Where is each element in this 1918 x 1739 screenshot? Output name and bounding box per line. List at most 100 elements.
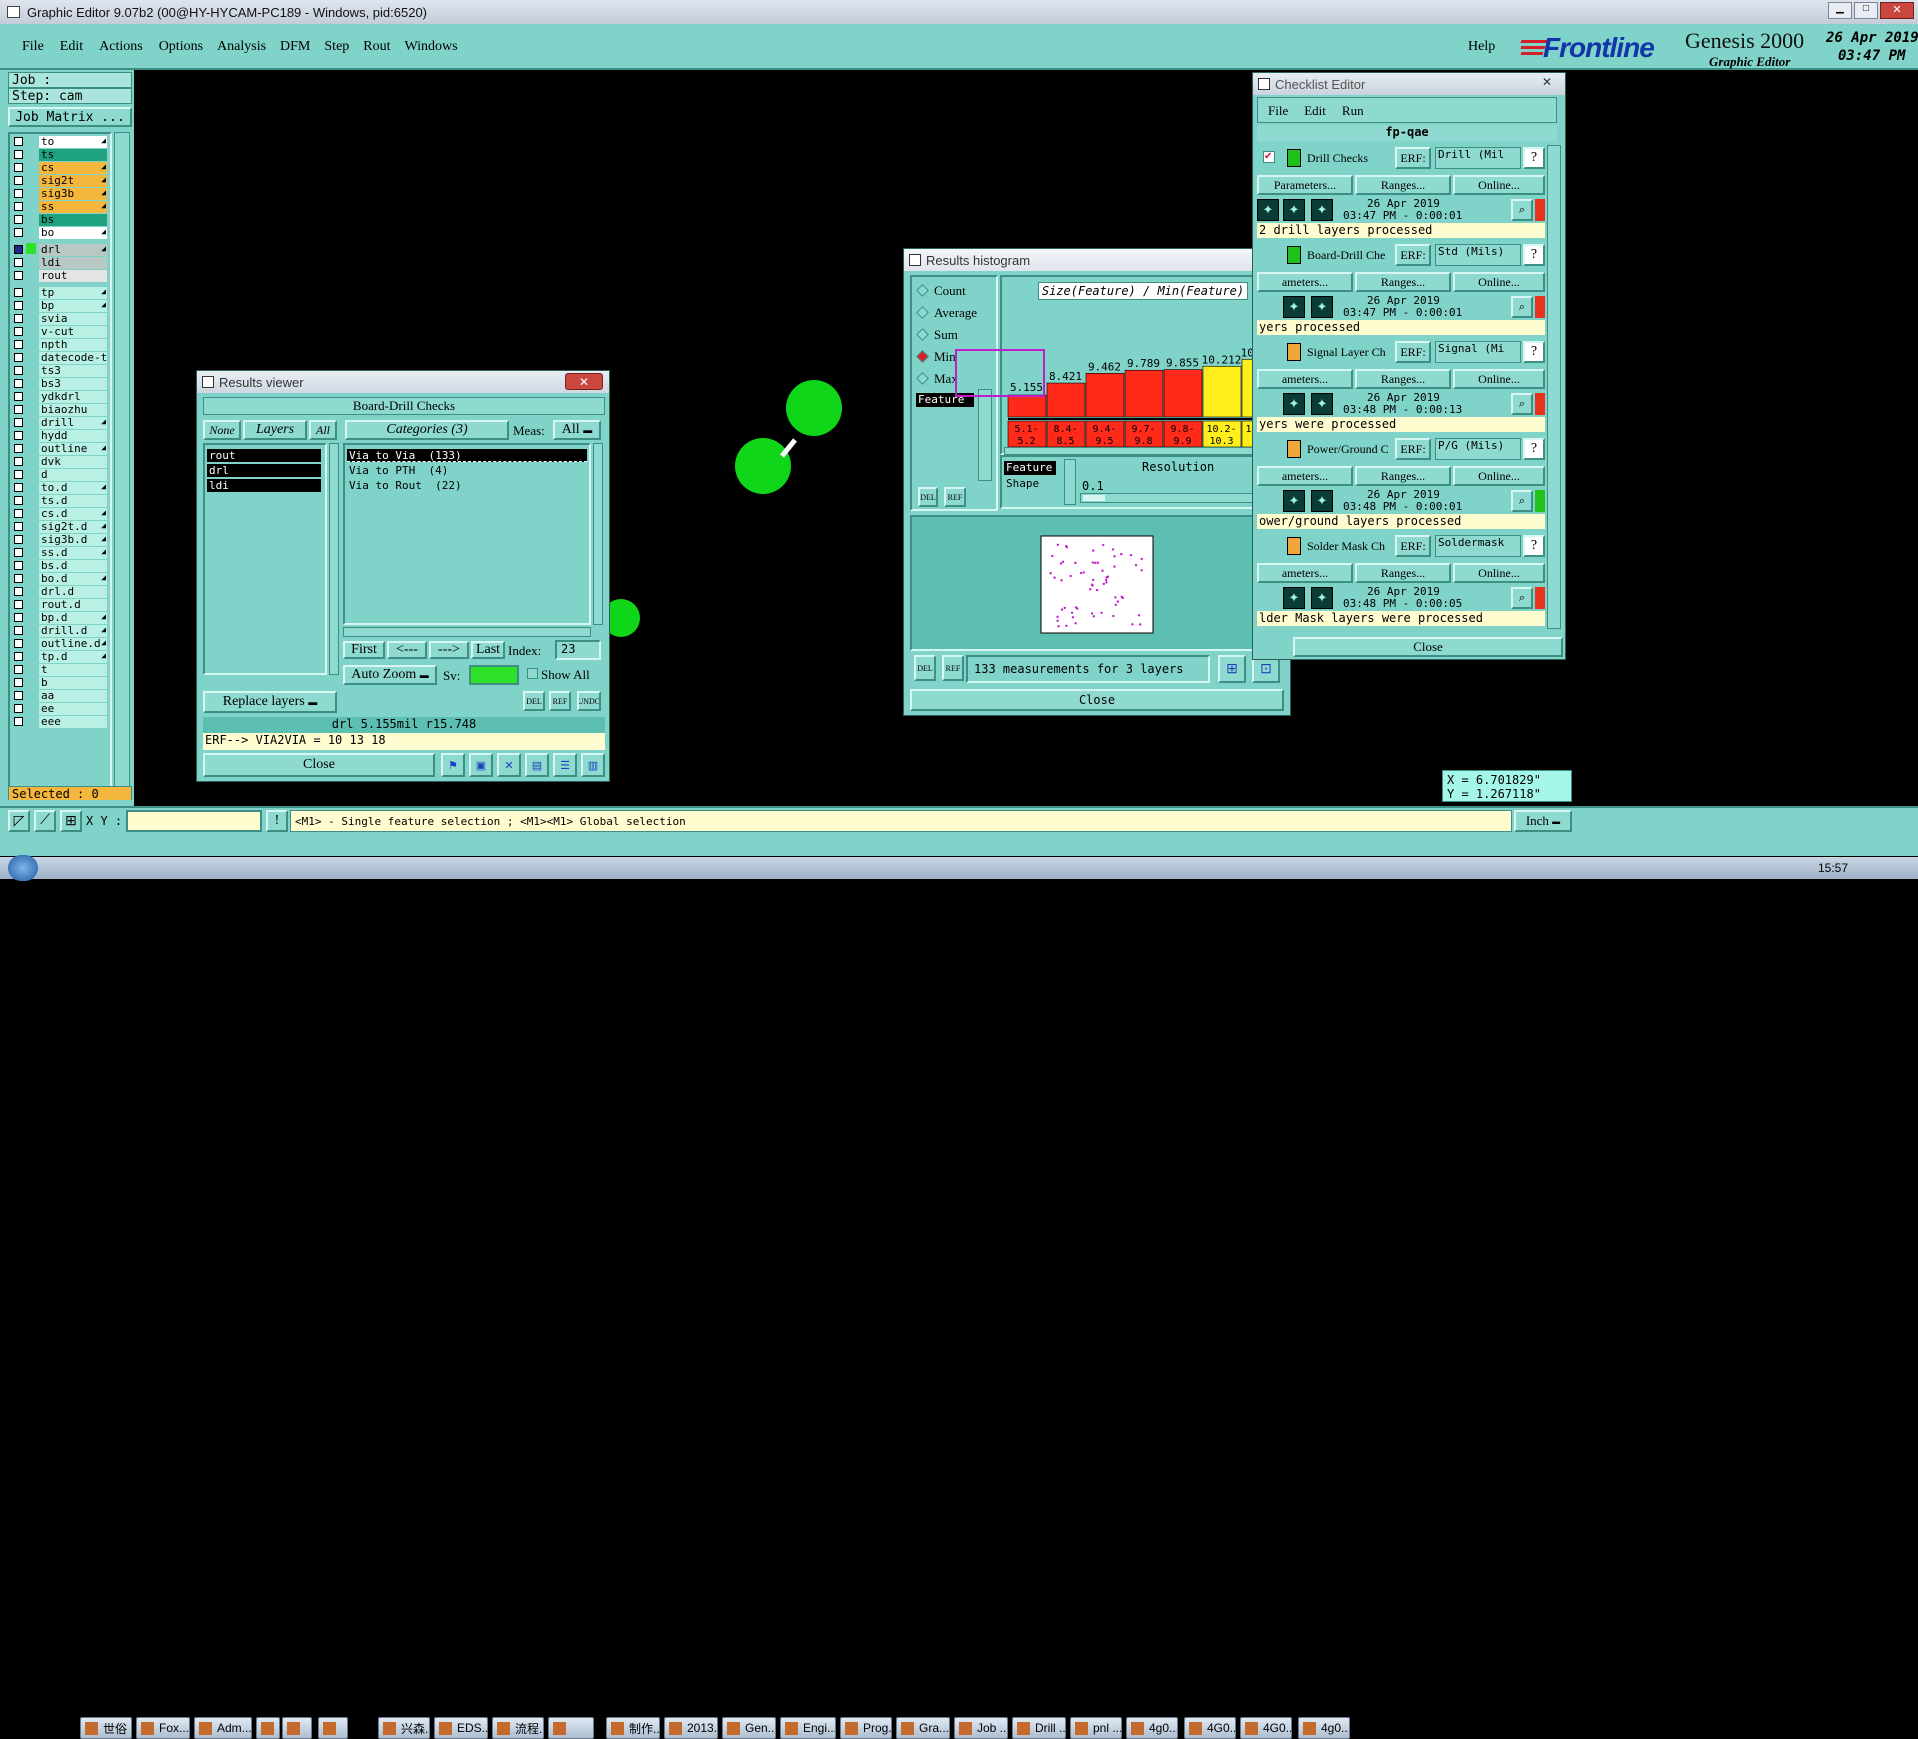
- layer-row[interactable]: bo ◢: [12, 227, 108, 239]
- shape-option[interactable]: Shape: [1006, 477, 1039, 490]
- taskbar-item[interactable]: Prog...: [840, 1717, 892, 1739]
- menu-analysis[interactable]: Analysis: [217, 39, 266, 55]
- run-all-icon[interactable]: ✦: [1283, 587, 1305, 609]
- taskbar-item[interactable]: Drill ...: [1012, 1717, 1066, 1739]
- layer-row[interactable]: outline.d ◢: [12, 638, 108, 650]
- taskbar-item[interactable]: 世俗: [80, 1717, 132, 1739]
- layer-checkbox[interactable]: [14, 418, 23, 427]
- close-window-button[interactable]: ✕: [1880, 2, 1914, 19]
- menu-rout[interactable]: Rout: [363, 39, 390, 55]
- ranges-button[interactable]: Ranges...: [1355, 175, 1451, 195]
- help-menu[interactable]: Help: [1468, 39, 1495, 55]
- parameters-button[interactable]: ameters...: [1257, 272, 1353, 292]
- layer-row[interactable]: rout.d: [12, 599, 108, 611]
- layer-row[interactable]: to.d ◢: [12, 482, 108, 494]
- tool-map-icon[interactable]: ▤: [525, 753, 549, 777]
- layer-checkbox[interactable]: [14, 353, 23, 362]
- layer-row[interactable]: sig2t.d ◢: [12, 521, 108, 533]
- layer-checkbox[interactable]: [14, 483, 23, 492]
- layer-edit-icon[interactable]: ◢: [101, 175, 106, 184]
- del-icon[interactable]: DEL: [523, 691, 545, 711]
- layer-edit-icon[interactable]: ◢: [101, 417, 106, 426]
- taskbar-item[interactable]: pnl ...: [1070, 1717, 1122, 1739]
- layer-edit-icon[interactable]: ◢: [101, 651, 106, 660]
- layer-row[interactable]: npth: [12, 339, 108, 351]
- layer-row[interactable]: t: [12, 664, 108, 676]
- minimize-button[interactable]: ▁: [1828, 2, 1852, 19]
- layer-row[interactable]: bp.d ◢: [12, 612, 108, 624]
- layer-edit-icon[interactable]: ◢: [101, 300, 106, 309]
- layer-checkbox[interactable]: [14, 202, 23, 211]
- layer-checkbox[interactable]: [14, 379, 23, 388]
- taskbar-item[interactable]: 4G0...: [1184, 1717, 1236, 1739]
- tool-histogram-icon[interactable]: ▥: [581, 753, 605, 777]
- layer-checkbox[interactable]: [14, 163, 23, 172]
- layer-row[interactable]: outline ◢: [12, 443, 108, 455]
- ranges-button[interactable]: Ranges...: [1355, 466, 1451, 486]
- tool-report-icon[interactable]: ☰: [553, 753, 577, 777]
- layer-checkbox[interactable]: [14, 470, 23, 479]
- stop-icon[interactable]: ✦: [1311, 296, 1333, 318]
- layer-row[interactable]: ee: [12, 703, 108, 715]
- maximize-button[interactable]: □: [1854, 2, 1878, 19]
- show-all-checkbox[interactable]: [527, 668, 538, 679]
- menu-edit[interactable]: Edit: [60, 39, 83, 55]
- action-help-icon[interactable]: ?: [1523, 147, 1545, 169]
- histogram-bar[interactable]: [1124, 369, 1164, 418]
- layer-checkbox[interactable]: [14, 535, 23, 544]
- run-all-icon[interactable]: ✦: [1283, 199, 1305, 221]
- ranges-button[interactable]: Ranges...: [1355, 563, 1451, 583]
- layer-edit-icon[interactable]: ◢: [101, 625, 106, 634]
- tool-cursor-icon[interactable]: ⚑: [441, 753, 465, 777]
- layer-edit-icon[interactable]: ◢: [101, 638, 106, 647]
- layer-row[interactable]: eee: [12, 716, 108, 728]
- ranges-button[interactable]: Ranges...: [1355, 369, 1451, 389]
- layer-row[interactable]: cs.d ◢: [12, 508, 108, 520]
- ranges-button[interactable]: Ranges...: [1355, 272, 1451, 292]
- resolution-slider[interactable]: [1080, 493, 1276, 503]
- hist-hscroll[interactable]: [1004, 447, 1282, 455]
- parameters-button[interactable]: ameters...: [1257, 369, 1353, 389]
- layer-row[interactable]: ldi: [12, 257, 108, 269]
- taskbar-item[interactable]: 兴森...: [378, 1717, 430, 1739]
- layer-edit-icon[interactable]: ◢: [101, 227, 106, 236]
- action-help-icon[interactable]: ?: [1523, 244, 1545, 266]
- zoom-result-icon[interactable]: ⌕: [1511, 296, 1533, 318]
- layer-checkbox[interactable]: [14, 314, 23, 323]
- layer-checkbox[interactable]: [14, 509, 23, 518]
- layer-edit-icon[interactable]: ◢: [101, 162, 106, 171]
- xy-input[interactable]: [126, 810, 262, 832]
- layer-checkbox[interactable]: [14, 574, 23, 583]
- preview-del-icon[interactable]: DEL: [914, 655, 936, 681]
- layer-row[interactable]: ts.d: [12, 495, 108, 507]
- zoom-result-icon[interactable]: ⌕: [1511, 393, 1533, 415]
- categories-button[interactable]: Categories (3): [345, 420, 509, 440]
- histogram-bar[interactable]: [1163, 369, 1203, 418]
- layer-row[interactable]: ydkdrl: [12, 391, 108, 403]
- layer-row[interactable]: datecode-to: [12, 352, 108, 364]
- info-icon[interactable]: !: [266, 810, 288, 832]
- stop-icon[interactable]: ✦: [1311, 393, 1333, 415]
- parameters-button[interactable]: ameters...: [1257, 563, 1353, 583]
- taskbar-item[interactable]: Gen...: [722, 1717, 776, 1739]
- mode-scroll[interactable]: [978, 389, 992, 481]
- results-viewer-close-icon[interactable]: ✕: [565, 373, 603, 390]
- layer-row[interactable]: sig3b.d ◢: [12, 534, 108, 546]
- layer-checkbox[interactable]: [14, 137, 23, 146]
- hist-ref-icon[interactable]: REF: [944, 487, 966, 507]
- categories-hscroll[interactable]: [343, 627, 591, 637]
- taskbar-item[interactable]: Job ...: [954, 1717, 1008, 1739]
- layer-row[interactable]: to ◢: [12, 136, 108, 148]
- layer-row[interactable]: drl.d: [12, 586, 108, 598]
- layer-checkbox[interactable]: [14, 665, 23, 674]
- layer-checkbox[interactable]: [14, 691, 23, 700]
- rv-close-button[interactable]: Close: [203, 753, 435, 777]
- layer-row[interactable]: bo.d ◢: [12, 573, 108, 585]
- erf-button[interactable]: ERF:: [1395, 244, 1431, 266]
- menu-file[interactable]: File: [22, 39, 44, 55]
- action-help-icon[interactable]: ?: [1523, 438, 1545, 460]
- erf-button[interactable]: ERF:: [1395, 147, 1431, 169]
- layer-row[interactable]: ts3: [12, 365, 108, 377]
- rv-layer-scroll[interactable]: [329, 443, 339, 675]
- rv-layer-item[interactable]: ldi: [207, 479, 321, 492]
